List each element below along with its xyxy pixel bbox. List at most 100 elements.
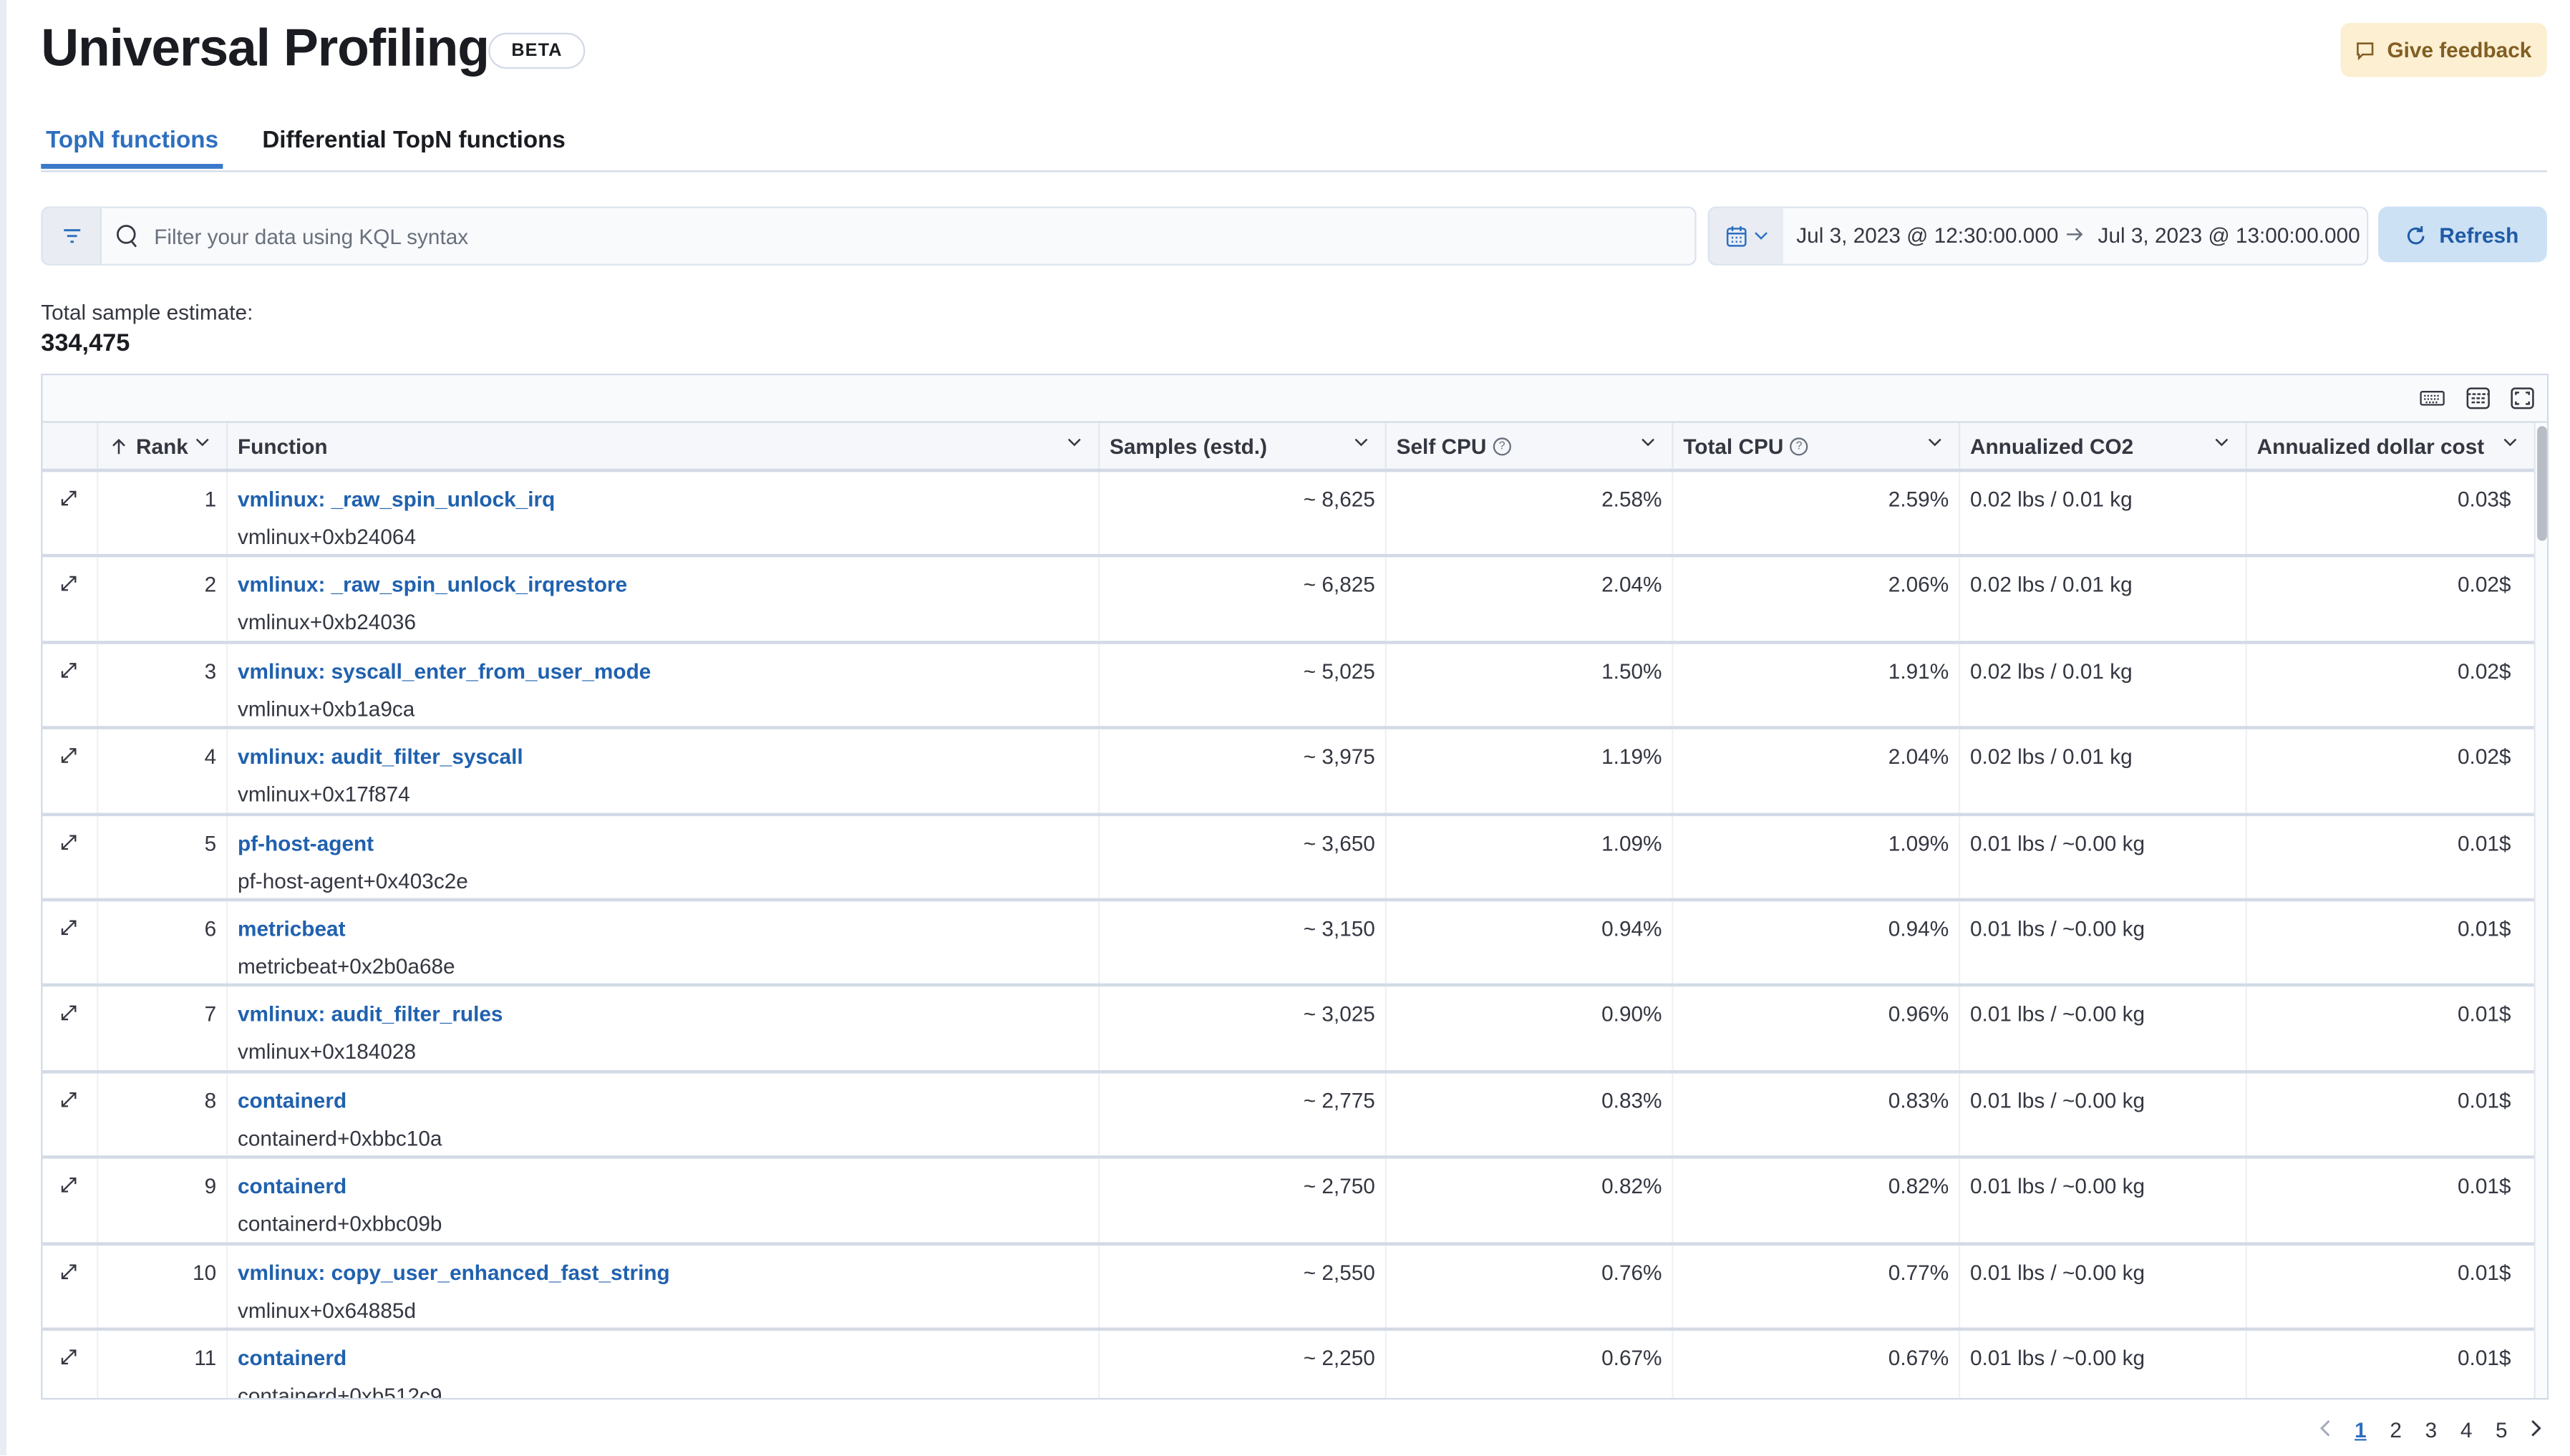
expand-icon[interactable] (57, 1088, 80, 1111)
total-sample-label: Total sample estimate: (41, 299, 253, 325)
question-icon[interactable]: ? (1493, 437, 1511, 455)
rank-cell: 1 (98, 472, 228, 555)
expand-icon[interactable] (57, 1174, 80, 1197)
self-cpu-cell: 0.94% (1387, 901, 1674, 984)
expand-icon[interactable] (57, 1346, 80, 1369)
table-row: 1 vmlinux: _raw_spin_unlock_irq vmlinux+… (42, 472, 2534, 558)
quick-select-button[interactable] (1709, 208, 1783, 264)
function-link[interactable]: vmlinux: syscall_enter_from_user_mode (238, 659, 1098, 683)
cost-cell: 0.02$ (2457, 658, 2511, 684)
expand-cell (43, 1073, 99, 1156)
header-rank-label: Rank (136, 433, 188, 458)
header-total-cpu[interactable]: Total CPU ? (1674, 422, 1961, 469)
refresh-button[interactable]: Refresh (2378, 206, 2547, 263)
function-cell: vmlinux: copy_user_enhanced_fast_string … (228, 1245, 1100, 1328)
samples-cell: ~ 2,250 (1100, 1331, 1387, 1398)
co2-cell: 0.02 lbs / 0.01 kg (1960, 644, 2247, 727)
samples-cell: ~ 3,975 (1100, 729, 1387, 812)
fullscreen-icon[interactable] (2509, 387, 2536, 409)
function-link[interactable]: containerd (238, 1346, 1098, 1370)
display-settings-icon[interactable] (2465, 387, 2491, 409)
cost-cell: 0.02$ (2457, 572, 2511, 598)
header-function[interactable]: Function (228, 422, 1100, 469)
rank-cell: 8 (98, 1073, 228, 1156)
function-link[interactable]: containerd (238, 1174, 1098, 1198)
rank-cell: 10 (98, 1245, 228, 1328)
chevron-down-icon (2215, 438, 2229, 447)
function-cell: containerd containerd+0xb512c9 (228, 1331, 1100, 1398)
function-link[interactable]: vmlinux: audit_filter_rules (238, 1002, 1098, 1027)
header-rank[interactable]: Rank (98, 422, 228, 469)
active-tab-indicator (41, 163, 223, 169)
function-address: vmlinux+0xb24036 (237, 610, 417, 635)
samples-cell: ~ 3,650 (1100, 815, 1387, 898)
table-row: 2 vmlinux: _raw_spin_unlock_irqrestore v… (42, 558, 2534, 644)
function-address: containerd+0xbbc10a (237, 1125, 442, 1150)
co2-cell: 0.02 lbs / 0.01 kg (1960, 558, 2247, 641)
total-cpu-cell: 0.67% (1674, 1331, 1961, 1398)
expand-icon[interactable] (57, 1260, 80, 1283)
chevron-right-icon (2531, 1419, 2542, 1436)
function-link[interactable]: metricbeat (238, 916, 1098, 941)
rank-cell: 3 (98, 644, 228, 727)
vertical-scrollbar[interactable] (2533, 422, 2547, 1398)
function-link[interactable]: vmlinux: audit_filter_syscall (238, 744, 1098, 769)
calendar-icon (1725, 225, 1746, 247)
page-5-button[interactable]: 5 (2484, 1417, 2519, 1441)
pagination: 12345 (2308, 1413, 2555, 1446)
self-cpu-cell: 1.50% (1387, 644, 1674, 727)
cost-cell: 0.03$ (2457, 486, 2511, 512)
start-date[interactable]: Jul 3, 2023 @ 12:30:00.000 (1796, 223, 2058, 247)
cost-cell: 0.01$ (2457, 916, 2511, 941)
samples-cell: ~ 2,750 (1100, 1159, 1387, 1242)
expand-icon[interactable] (57, 573, 80, 596)
cost-cell: 0.01$ (2457, 1173, 2511, 1199)
header-annualized-co2[interactable]: Annualized CO2 (1960, 422, 2247, 469)
cost-cell: 0.01$ (2457, 830, 2511, 855)
function-cell: vmlinux: audit_filter_rules vmlinux+0x18… (228, 987, 1100, 1070)
expand-icon[interactable] (57, 744, 80, 767)
header-samples[interactable]: Samples (estd.) (1100, 422, 1387, 469)
self-cpu-cell: 0.76% (1387, 1245, 1674, 1328)
give-feedback-button[interactable]: Give feedback (2340, 23, 2547, 77)
rank-cell: 2 (98, 558, 228, 641)
table-row: 6 metricbeat metricbeat+0x2b0a68e ~ 3,15… (42, 901, 2534, 988)
keyboard-shortcuts-icon[interactable] (2419, 387, 2445, 409)
samples-cell: ~ 6,825 (1100, 558, 1387, 641)
total-cpu-cell: 1.91% (1674, 644, 1961, 727)
function-link[interactable]: vmlinux: _raw_spin_unlock_irq (238, 487, 1098, 511)
previous-page-button[interactable] (2308, 1417, 2343, 1441)
expand-icon[interactable] (57, 659, 80, 681)
question-icon[interactable]: ? (1790, 437, 1808, 455)
page-3-button[interactable]: 3 (2413, 1417, 2448, 1441)
function-link[interactable]: vmlinux: _raw_spin_unlock_irqrestore (238, 573, 1098, 597)
expand-icon[interactable] (57, 916, 80, 939)
header-self-cpu[interactable]: Self CPU ? (1387, 422, 1674, 469)
function-link[interactable]: pf-host-agent (238, 830, 1098, 855)
function-link[interactable]: vmlinux: copy_user_enhanced_fast_string (238, 1260, 1098, 1284)
tab-differential-topn-functions[interactable]: Differential TopN functions (257, 128, 570, 155)
header-annualized-dollar-cost[interactable]: Annualized dollar cost (2247, 423, 2534, 469)
page-4-button[interactable]: 4 (2449, 1417, 2484, 1441)
function-cell: vmlinux: syscall_enter_from_user_mode vm… (228, 644, 1100, 727)
samples-cell: ~ 2,775 (1100, 1073, 1387, 1156)
filter-menu-button[interactable] (42, 208, 102, 264)
page-1-button[interactable]: 1 (2343, 1417, 2378, 1441)
tab-topn-functions[interactable]: TopN functions (41, 128, 223, 155)
function-cell: vmlinux: audit_filter_syscall vmlinux+0x… (228, 729, 1100, 812)
self-cpu-cell: 0.67% (1387, 1331, 1674, 1398)
expand-icon[interactable] (57, 1002, 80, 1025)
page-2-button[interactable]: 2 (2378, 1417, 2413, 1441)
samples-cell: ~ 2,550 (1100, 1245, 1387, 1328)
page: Universal Profiling BETA Give feedback T… (0, 0, 2570, 1456)
function-link[interactable]: containerd (238, 1088, 1098, 1112)
expand-icon[interactable] (57, 830, 80, 853)
end-date[interactable]: Jul 3, 2023 @ 13:00:00.000 (2098, 223, 2360, 247)
rank-cell: 11 (98, 1331, 228, 1398)
scrollbar-thumb[interactable] (2537, 426, 2547, 541)
kql-search-input[interactable] (154, 208, 1679, 264)
co2-cell: 0.01 lbs / ~0.00 kg (1960, 1331, 2247, 1398)
next-page-button[interactable] (2519, 1417, 2554, 1441)
grid-header-row: Rank Function Samples (estd.) Self CPU ?… (42, 422, 2534, 472)
expand-icon[interactable] (57, 487, 80, 510)
